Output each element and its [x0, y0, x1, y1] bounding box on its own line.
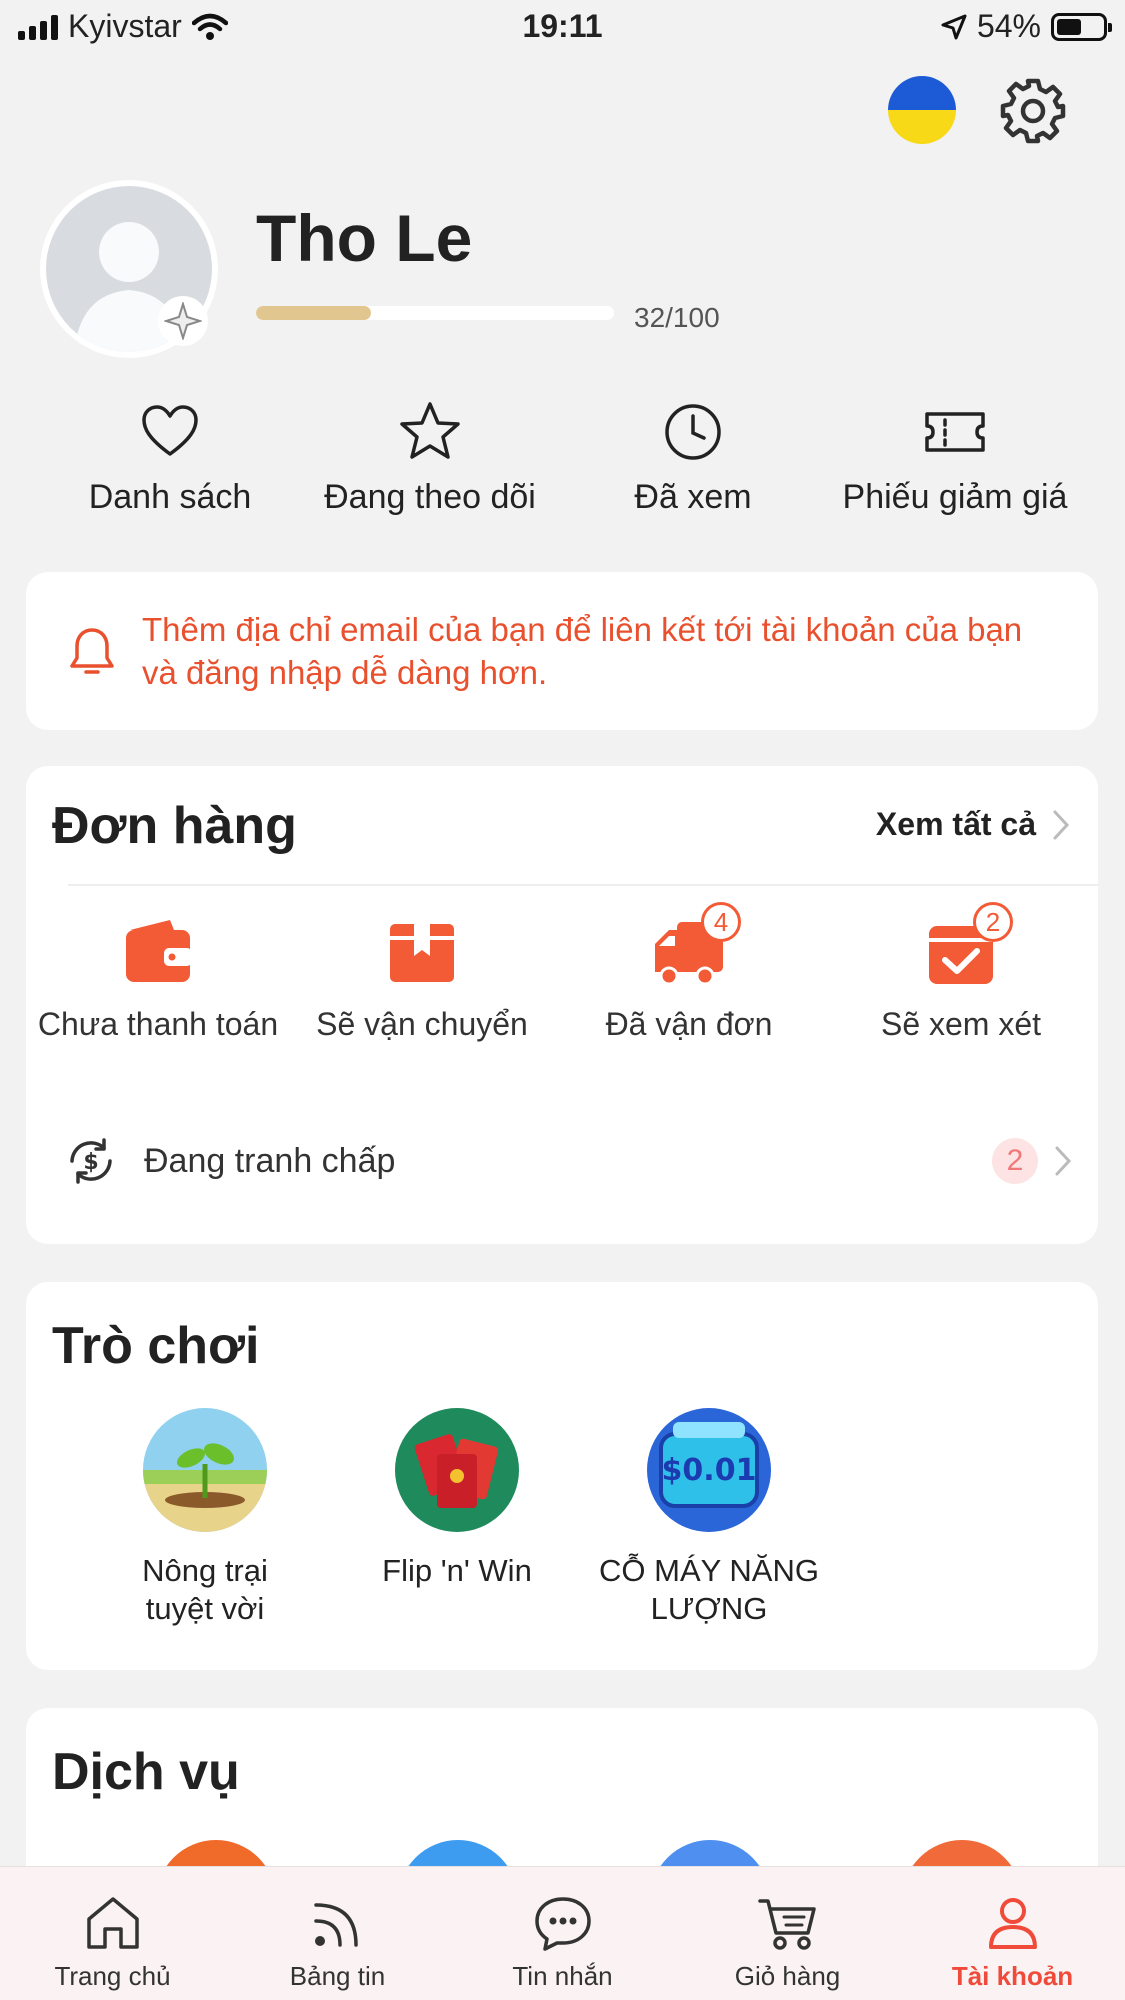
heart-icon — [142, 405, 198, 456]
quick-link-label: Đang theo dõi — [324, 478, 536, 516]
red-envelope-icon — [395, 1408, 519, 1532]
language-flag-button[interactable] — [888, 76, 956, 144]
order-status-label: Chưa thanh toán — [37, 1006, 279, 1042]
order-shipped[interactable]: 4 Đã vận đơn — [554, 902, 824, 1043]
order-unpaid[interactable]: Chưa thanh toán — [26, 916, 290, 1043]
chevron-right-icon — [1055, 1146, 1072, 1176]
chat-bubble-icon — [534, 1897, 591, 1951]
level-progress-text: 32/100 — [634, 302, 720, 333]
alert-message: Thêm địa chỉ email của bạn để liên kết t… — [142, 611, 1023, 691]
user-icon — [988, 1898, 1037, 1949]
nav-label: Tài khoản — [951, 1961, 1074, 1991]
cart-icon — [757, 1899, 816, 1950]
orders-card: Đơn hàng Xem tất cả Chưa thanh toán Sẽ v… — [26, 766, 1098, 1244]
divider — [68, 884, 1098, 886]
order-status-label: Sẽ vận chuyển — [316, 1006, 528, 1042]
status-right: 54% — [941, 8, 1112, 45]
nav-label: Giỏ hàng — [734, 1961, 841, 1991]
energy-machine-icon: $0.01 — [647, 1408, 771, 1532]
game-label: Nông trại tuyệt vời — [142, 1553, 268, 1626]
quick-link-viewed[interactable]: Đã xem — [600, 400, 786, 517]
see-all-label: Xem tất cả — [875, 806, 1036, 842]
game-label: Flip 'n' Win — [382, 1553, 532, 1588]
games-title: Trò chơi — [52, 1317, 260, 1375]
nav-label: Tin nhắn — [512, 1961, 613, 1991]
order-to-review[interactable]: 2 Sẽ xem xét — [824, 902, 1098, 1043]
profile-name: Tho Le — [256, 201, 473, 275]
location-arrow-icon — [941, 14, 967, 39]
orders-title: Đơn hàng — [52, 797, 297, 855]
games-card: Trò chơi Nông trại tuyệt vời Flip 'n' Wi… — [26, 1282, 1098, 1670]
machine-price-text: $0.01 — [662, 1453, 757, 1488]
box-icon — [390, 924, 454, 982]
nav-label: Bảng tin — [289, 1961, 386, 1991]
clock-icon — [665, 404, 721, 460]
order-status-label: Sẽ xem xét — [880, 1006, 1042, 1042]
email-alert-card[interactable]: Thêm địa chỉ email của bạn để liên kết t… — [26, 572, 1098, 730]
nav-label: Trang chủ — [54, 1961, 171, 1991]
order-count-badge: 2 — [973, 902, 1013, 942]
quick-link-label: Đã xem — [634, 478, 752, 516]
order-count-badge: 4 — [701, 902, 741, 942]
svg-text:$: $ — [83, 1150, 98, 1175]
game-energy-machine[interactable]: $0.01 CỖ MÁY NĂNG LƯỢNG — [584, 1408, 834, 1628]
home-icon — [86, 1897, 139, 1949]
game-farm[interactable]: Nông trại tuyệt vời — [80, 1408, 330, 1628]
order-status-label: Đã vận đơn — [605, 1006, 773, 1042]
order-to-ship[interactable]: Sẽ vận chuyển — [290, 916, 554, 1043]
quick-link-label: Phiếu giảm giá — [842, 478, 1068, 516]
battery-icon — [1051, 12, 1112, 41]
dispute-row[interactable]: $ Đang tranh chấp 2 — [66, 1126, 1072, 1196]
star-icon — [400, 402, 460, 459]
services-title: Dịch vụ — [52, 1743, 240, 1801]
dispute-refund-icon: $ — [70, 1138, 112, 1184]
bell-icon — [70, 628, 114, 674]
level-progress-bar — [256, 306, 614, 320]
nav-account[interactable]: Tài khoản — [900, 1867, 1125, 2000]
chevron-right-icon — [1053, 810, 1070, 839]
farm-plant-icon — [143, 1408, 267, 1532]
dispute-count-badge: 2 — [992, 1138, 1038, 1184]
status-bar: Kyivstar 19:11 54% — [0, 0, 1125, 58]
quick-link-coupons[interactable]: Phiếu giảm giá — [820, 400, 1090, 517]
game-label: CỖ MÁY NĂNG LƯỢNG — [599, 1553, 819, 1626]
quick-link-label: Danh sách — [88, 478, 252, 516]
bottom-nav: Trang chủ Bảng tin Tin nhắn Giỏ hàng Tài… — [0, 1866, 1125, 2000]
battery-percent: 54% — [976, 8, 1041, 44]
nav-messages[interactable]: Tin nhắn — [450, 1867, 675, 2000]
wallet-icon — [126, 920, 192, 982]
game-flip-n-win[interactable]: Flip 'n' Win — [332, 1408, 582, 1590]
see-all-orders-link[interactable]: Xem tất cả — [876, 806, 1070, 843]
rss-feed-icon — [313, 1903, 358, 1947]
ticket-icon — [925, 412, 985, 452]
avatar-sparkle-icon — [158, 296, 208, 346]
dispute-label: Đang tranh chấp — [144, 1141, 396, 1180]
quick-link-wishlist[interactable]: Danh sách — [70, 400, 270, 517]
settings-gear-icon[interactable] — [998, 76, 1068, 146]
quick-link-following[interactable]: Đang theo dõi — [300, 400, 560, 517]
nav-cart[interactable]: Giỏ hàng — [675, 1867, 900, 2000]
nav-home[interactable]: Trang chủ — [0, 1867, 225, 2000]
nav-feed[interactable]: Bảng tin — [225, 1867, 450, 2000]
